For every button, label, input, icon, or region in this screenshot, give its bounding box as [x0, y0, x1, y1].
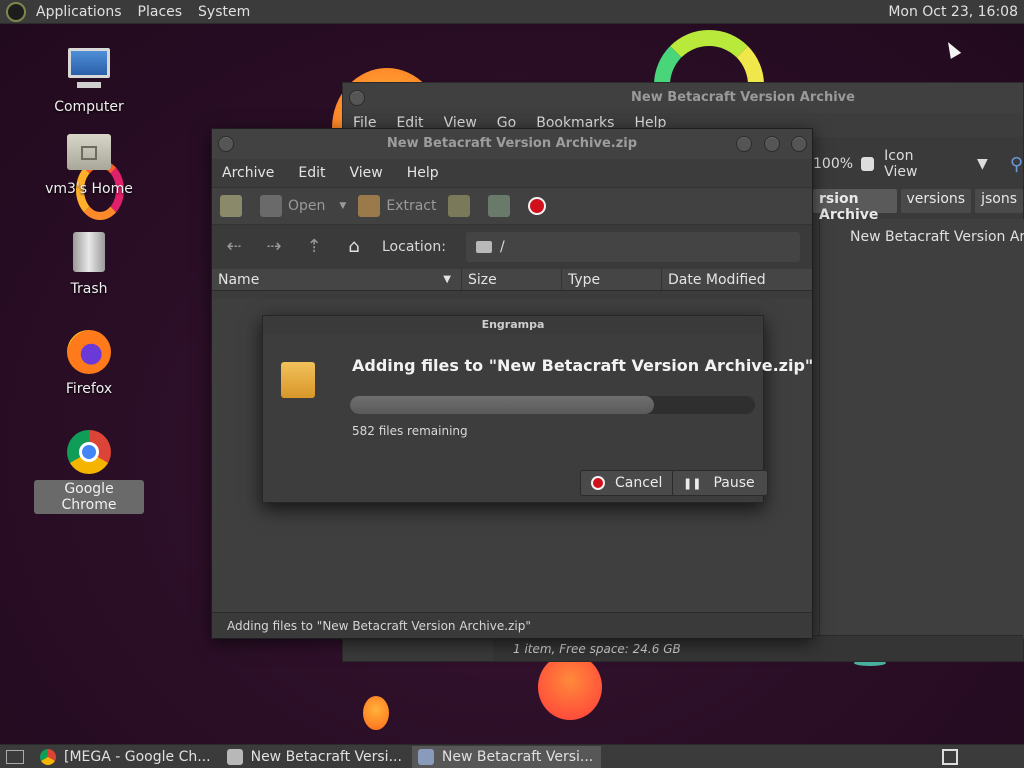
- menu-help[interactable]: Help: [407, 165, 439, 181]
- stop-button[interactable]: [528, 197, 556, 215]
- path-button-jsons[interactable]: jsons: [975, 189, 1023, 213]
- location-bar: ⇠ ⇢ ⇡ ⌂ Location: /: [212, 225, 812, 269]
- package-icon: [281, 362, 315, 398]
- trash-icon: [65, 228, 113, 276]
- up-arrow-icon[interactable]: ⇡: [302, 235, 326, 259]
- pause-icon: ❚❚: [683, 476, 702, 490]
- folder-icon: [226, 748, 243, 765]
- desktop-icon-firefox[interactable]: Firefox: [34, 328, 144, 398]
- desktop-icon-trash[interactable]: Trash: [34, 228, 144, 298]
- sort-down-icon: ▼: [443, 274, 451, 285]
- task-engrampa[interactable]: New Betacraft Versi...: [411, 745, 602, 768]
- dialog-title: Engrampa: [263, 316, 763, 334]
- clock[interactable]: Mon Oct 23, 16:08: [888, 4, 1024, 20]
- dialog-heading: Adding files to "New Betacraft Version A…: [352, 356, 814, 375]
- column-size[interactable]: Size: [462, 269, 562, 290]
- home-folder-icon: [65, 128, 113, 176]
- desktop-icon-chrome[interactable]: Google Chrome: [34, 428, 144, 514]
- location-field[interactable]: /: [465, 232, 800, 262]
- extract-icon: [358, 195, 381, 217]
- engrampa-toolbar: Open ▼ Extract: [212, 187, 812, 225]
- top-panel: Applications Places System Mon Oct 23, 1…: [0, 0, 1024, 24]
- desktop-icon-computer[interactable]: Computer: [34, 46, 144, 116]
- system-menu[interactable]: System: [190, 0, 258, 24]
- zoom-in-icon[interactable]: [861, 157, 875, 171]
- menu-archive[interactable]: Archive: [222, 165, 274, 181]
- caja-titlebar[interactable]: New Betacraft Version Archive: [343, 83, 1023, 113]
- show-desktop-icon[interactable]: [6, 749, 24, 764]
- folder-icon: [475, 241, 492, 253]
- workspace-switcher-icon[interactable]: [942, 748, 958, 765]
- wallpaper-orange-blob: [538, 654, 602, 720]
- column-date-modified[interactable]: Date Modified: [662, 269, 812, 290]
- new-archive-button[interactable]: [220, 195, 248, 217]
- menu-view[interactable]: View: [350, 165, 383, 181]
- engrampa-menubar: Archive Edit View Help: [212, 159, 812, 187]
- add-folder-icon: [488, 195, 511, 217]
- progress-fill: [350, 396, 654, 414]
- open-folder-icon: [260, 195, 282, 217]
- zoom-level: 100%: [813, 156, 854, 172]
- add-files-button[interactable]: [448, 195, 476, 217]
- location-label: Location:: [382, 239, 446, 255]
- task-chrome[interactable]: [MEGA - Google Ch...: [34, 746, 219, 768]
- open-button[interactable]: Open ▼: [260, 195, 346, 217]
- search-icon[interactable]: ⚲: [1010, 154, 1023, 175]
- task-caja[interactable]: New Betacraft Versi...: [221, 746, 410, 768]
- column-type[interactable]: Type: [562, 269, 662, 290]
- path-button-versions[interactable]: versions: [900, 189, 972, 213]
- caja-item[interactable]: New Betacraft Version Archive: [850, 229, 1024, 245]
- archive-icon: [417, 748, 434, 765]
- computer-icon: [65, 46, 113, 94]
- caja-menu-button[interactable]: [349, 90, 365, 106]
- view-mode-select[interactable]: Icon View: [884, 148, 947, 180]
- forward-arrow-icon[interactable]: ⇢: [262, 235, 286, 259]
- desktop-icon-home[interactable]: vm3's Home: [34, 128, 144, 198]
- chrome-icon: [40, 748, 56, 765]
- minimize-button[interactable]: [736, 136, 752, 152]
- taskbar: [MEGA - Google Ch... New Betacraft Versi…: [0, 744, 1024, 768]
- cancel-icon: [591, 476, 605, 490]
- home-icon[interactable]: ⌂: [342, 235, 366, 259]
- new-document-icon: [220, 195, 242, 217]
- add-folder-button[interactable]: [488, 195, 516, 217]
- engrampa-titlebar[interactable]: New Betacraft Version Archive.zip: [212, 129, 812, 159]
- applications-menu[interactable]: Applications: [28, 0, 130, 24]
- column-name[interactable]: Name ▼: [212, 269, 462, 290]
- caja-pathbar: rsion Archive versions jsons: [813, 189, 1023, 223]
- pause-button[interactable]: ❚❚ Pause: [672, 470, 768, 496]
- column-header: Name ▼ Size Type Date Modified: [212, 269, 812, 291]
- caja-content: New Betacraft Version Archive: [819, 219, 1024, 639]
- mate-logo-icon[interactable]: [6, 1, 26, 22]
- cancel-button[interactable]: Cancel: [580, 470, 676, 496]
- back-arrow-icon[interactable]: ⇠: [222, 235, 246, 259]
- engrampa-statusbar: Adding files to "New Betacraft Version A…: [212, 612, 812, 638]
- menu-edit[interactable]: Edit: [298, 165, 325, 181]
- add-files-icon: [448, 195, 471, 217]
- files-remaining: 582 files remaining: [352, 424, 468, 438]
- chevron-down-icon[interactable]: ▼: [977, 156, 988, 172]
- caja-title: New Betacraft Version Archive: [631, 90, 855, 105]
- maximize-button[interactable]: [764, 136, 780, 152]
- stop-icon: [528, 197, 547, 215]
- window-menu-button[interactable]: [218, 136, 234, 152]
- progress-dialog[interactable]: Engrampa Adding files to "New Betacraft …: [262, 315, 813, 503]
- engrampa-title: New Betacraft Version Archive.zip: [386, 136, 638, 151]
- caja-toolbar: 100% Icon View ▼ ⚲: [813, 148, 1023, 180]
- wallpaper-orange-blob: [363, 696, 389, 730]
- chrome-icon: [65, 428, 113, 476]
- chevron-down-icon[interactable]: ▼: [339, 201, 346, 211]
- close-button[interactable]: [791, 136, 807, 152]
- firefox-icon: [65, 328, 113, 376]
- places-menu[interactable]: Places: [130, 0, 191, 24]
- extract-button[interactable]: Extract: [358, 195, 436, 217]
- progress-bar: [350, 396, 755, 414]
- path-button-archive[interactable]: rsion Archive: [813, 189, 897, 223]
